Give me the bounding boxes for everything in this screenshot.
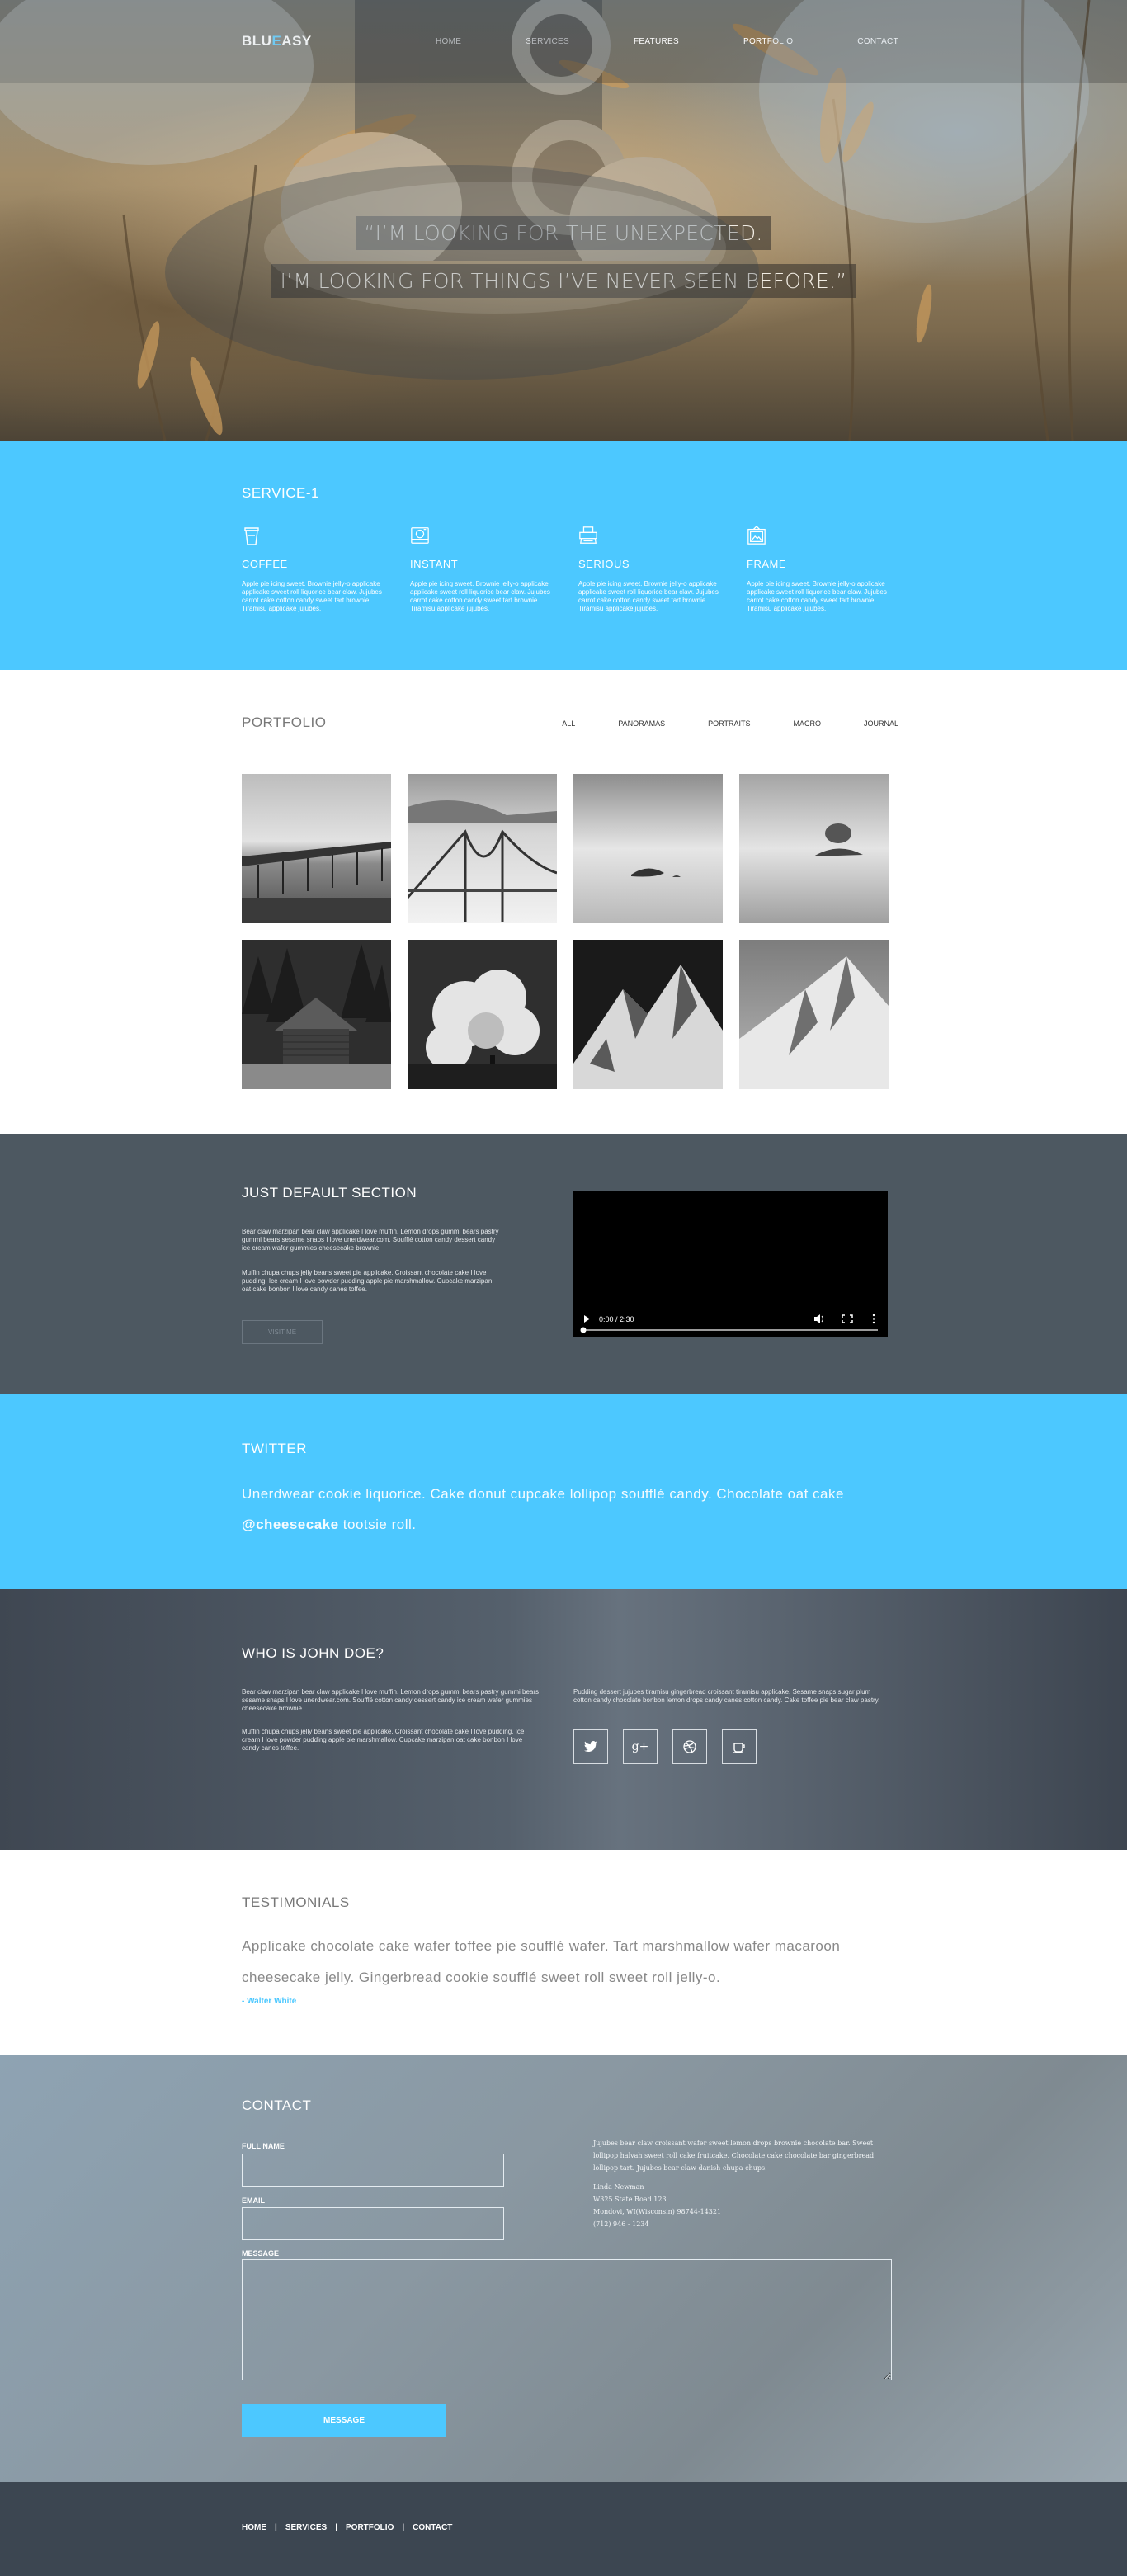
service-frame: FRAME Apple pie icing sweet. Brownie jel… bbox=[747, 525, 887, 613]
testimonials-title: TESTIMONIALS bbox=[242, 1894, 350, 1910]
full-name-field[interactable] bbox=[242, 2154, 504, 2187]
service-title: INSTANT bbox=[410, 558, 459, 570]
volume-icon[interactable] bbox=[814, 1314, 823, 1323]
play-icon[interactable] bbox=[584, 1315, 590, 1323]
message-label: MESSAGE bbox=[242, 2249, 280, 2258]
progress-handle[interactable] bbox=[580, 1327, 587, 1333]
default-section-title: JUST DEFAULT SECTION bbox=[242, 1185, 417, 1201]
service-instant: INSTANT Apple pie icing sweet. Brownie j… bbox=[410, 525, 550, 613]
tweet-handle-link[interactable]: @cheesecake bbox=[242, 1517, 339, 1532]
more-options-icon[interactable] bbox=[872, 1314, 875, 1324]
filter-all[interactable]: ALL bbox=[562, 719, 575, 728]
message-field[interactable] bbox=[242, 2259, 892, 2380]
social-links: g+ bbox=[573, 1729, 771, 1764]
contact-info-text: Jujubes bear claw croissant wafer sweet … bbox=[593, 2140, 875, 2172]
portfolio-grid bbox=[242, 774, 889, 1089]
service-text: Apple pie icing sweet. Brownie jelly-o a… bbox=[747, 580, 887, 612]
contact-name: Linda Newman bbox=[593, 2183, 644, 2191]
fullscreen-icon[interactable] bbox=[842, 1314, 853, 1323]
footer-separator: | bbox=[275, 2523, 277, 2532]
coffee-cup-icon bbox=[244, 527, 259, 545]
testimonials-section: TESTIMONIALS Applicake chocolate cake wa… bbox=[0, 1850, 1127, 2055]
pier-photo[interactable] bbox=[242, 774, 391, 923]
filter-macro[interactable]: MACRO bbox=[793, 719, 821, 728]
about-paragraph-2: Muffin chupa chups jelly beans sweet pie… bbox=[242, 1728, 525, 1752]
about-paragraph-3: Pudding dessert jujubes tiramisu gingerb… bbox=[573, 1688, 880, 1704]
bridge-photo[interactable] bbox=[408, 774, 557, 923]
filter-portraits[interactable]: PORTRAITS bbox=[708, 719, 750, 728]
dribbble-icon[interactable] bbox=[672, 1729, 707, 1764]
tweet-body-end: tootsie roll. bbox=[338, 1517, 417, 1532]
service-title: SERIOUS bbox=[578, 558, 630, 570]
contact-section: CONTACT FULL NAME EMAIL MESSAGE MESSAGE … bbox=[0, 0, 1127, 2482]
progress-track[interactable] bbox=[582, 1329, 878, 1331]
coffee-icon[interactable] bbox=[722, 1729, 757, 1764]
visit-me-button[interactable]: VISIT ME bbox=[242, 1320, 323, 1344]
google-plus-glyph: g+ bbox=[631, 1740, 649, 1753]
about-title: WHO IS JOHN DOE? bbox=[242, 1645, 384, 1661]
video-time: 0:00 / 2:30 bbox=[599, 1315, 634, 1323]
portfolio-title: PORTFOLIO bbox=[242, 715, 327, 730]
portfolio-filters: ALL PANORAMAS PORTRAITS MACRO JOURNAL bbox=[519, 719, 898, 728]
default-paragraph-1: Bear claw marzipan bear claw applicake I… bbox=[242, 1228, 499, 1252]
contact-title: CONTACT bbox=[242, 2097, 312, 2113]
service-title: COFFEE bbox=[242, 558, 288, 570]
twitter-icon[interactable] bbox=[573, 1729, 608, 1764]
service-serious: SERIOUS Apple pie icing sweet. Brownie j… bbox=[578, 525, 719, 613]
service-text: Apple pie icing sweet. Brownie jelly-o a… bbox=[410, 580, 550, 612]
about-section: WHO IS JOHN DOE? Bear claw marzipan bear… bbox=[0, 0, 1127, 1850]
services-title: SERVICE-1 bbox=[242, 485, 319, 501]
default-section: JUST DEFAULT SECTION Bear claw marzipan … bbox=[0, 1134, 1127, 1394]
typewriter-icon bbox=[579, 526, 597, 544]
footer-home[interactable]: HOME bbox=[242, 2523, 266, 2532]
footer-services[interactable]: SERVICES bbox=[285, 2523, 327, 2532]
twitter-title: TWITTER bbox=[242, 1441, 308, 1456]
snowy-peak-photo[interactable] bbox=[739, 940, 889, 1089]
testimonial-quote: Applicake chocolate cake wafer toffee pi… bbox=[242, 1938, 841, 1985]
instant-camera-icon bbox=[411, 527, 429, 544]
service-coffee: COFFEE Apple pie icing sweet. Brownie je… bbox=[242, 525, 382, 613]
twitter-section: TWITTER Unerdwear cookie liquorice. Cake… bbox=[0, 1394, 1127, 1589]
island-photo[interactable] bbox=[573, 774, 723, 923]
footer-contact[interactable]: CONTACT bbox=[413, 2523, 452, 2532]
service-title: FRAME bbox=[747, 558, 786, 570]
filter-journal[interactable]: JOURNAL bbox=[864, 719, 898, 728]
contact-city: Mondovi, WI(Wisconsin) 98744-14321 bbox=[593, 2208, 722, 2215]
footer-separator: | bbox=[335, 2523, 338, 2532]
tweet-body: Unerdwear cookie liquorice. Cake donut c… bbox=[242, 1486, 844, 1502]
clouds-photo[interactable] bbox=[408, 940, 557, 1089]
about-paragraph-1: Bear claw marzipan bear claw applicake I… bbox=[242, 1688, 540, 1712]
footer-portfolio[interactable]: PORTFOLIO bbox=[346, 2523, 394, 2532]
testimonial-author: - Walter White bbox=[242, 1997, 297, 2006]
service-text: Apple pie icing sweet. Brownie jelly-o a… bbox=[578, 580, 719, 612]
contact-phone: (712) 946 - 1234 bbox=[593, 2220, 649, 2228]
service-text: Apple pie icing sweet. Brownie jelly-o a… bbox=[242, 580, 382, 612]
contact-info: Jujubes bear claw croissant wafer sweet … bbox=[593, 2137, 890, 2230]
footer-separator: | bbox=[402, 2523, 405, 2532]
contact-street: W325 State Road 123 bbox=[593, 2196, 667, 2203]
filter-panoramas[interactable]: PANORAMAS bbox=[618, 719, 665, 728]
cabin-photo[interactable] bbox=[242, 940, 391, 1089]
default-paragraph-2: Muffin chupa chups jelly beans sweet pie… bbox=[242, 1269, 493, 1293]
google-plus-icon[interactable]: g+ bbox=[623, 1729, 658, 1764]
video-controls: 0:00 / 2:30 bbox=[580, 1314, 878, 1333]
picture-frame-icon bbox=[747, 526, 766, 545]
tree-island-photo[interactable] bbox=[739, 774, 889, 923]
send-message-button[interactable]: MESSAGE bbox=[242, 2404, 446, 2437]
full-name-label: FULL NAME bbox=[242, 2142, 285, 2150]
email-label: EMAIL bbox=[242, 2196, 265, 2205]
footer: HOME | SERVICES | PORTFOLIO | CONTACT bbox=[0, 2482, 1127, 2576]
portfolio-section: PORTFOLIO ALL PANORAMAS PORTRAITS MACRO … bbox=[0, 670, 1127, 1134]
tweet-text: Unerdwear cookie liquorice. Cake donut c… bbox=[242, 1479, 869, 1540]
video-player[interactable]: 0:00 / 2:30 bbox=[573, 1191, 888, 1337]
services-section: SERVICE-1 COFFEE Apple pie icing sweet. … bbox=[0, 441, 1127, 670]
mountain-photo[interactable] bbox=[573, 940, 723, 1089]
email-field[interactable] bbox=[242, 2207, 504, 2240]
footer-nav: HOME | SERVICES | PORTFOLIO | CONTACT bbox=[242, 2523, 452, 2532]
